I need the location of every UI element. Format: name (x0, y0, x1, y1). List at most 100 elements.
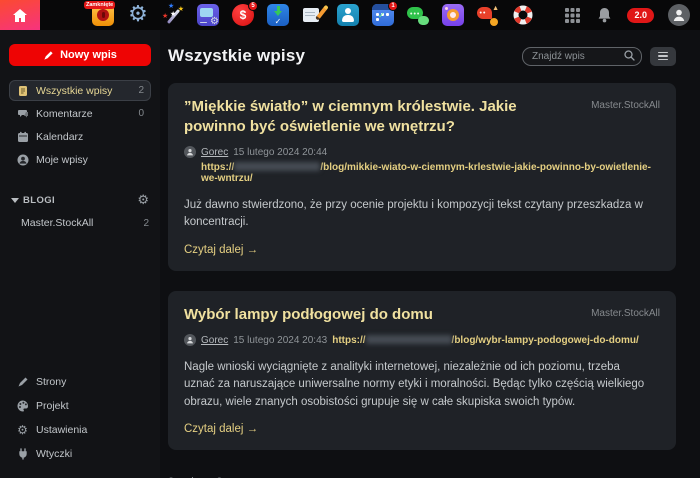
post-card: ”Miękkie światło” w ciemnym królestwie. … (168, 83, 676, 271)
contacts-app-icon[interactable] (337, 4, 359, 26)
post-date: 15 lutego 2024 20:44 (233, 147, 327, 158)
list-view-button[interactable] (650, 47, 676, 66)
sidebar-item-pages[interactable]: Strony (9, 371, 151, 392)
payments-count-badge: 5 (248, 1, 258, 11)
check-icon: ✓ (267, 18, 289, 26)
post-blog-tag: Master.StockAll (591, 305, 660, 319)
main-header: Wszystkie wpisy (168, 46, 676, 66)
author-avatar (184, 334, 196, 346)
header-tools (522, 46, 676, 66)
lifebuoy-icon (512, 4, 534, 26)
sidebar-blog-item[interactable]: Master.StockAll 2 (9, 213, 151, 233)
sidebar-item-label: Moje wpisy (36, 154, 88, 166)
apps-grid-button[interactable] (563, 6, 581, 24)
magic-wand-app-icon[interactable]: ★ ★ ★ ★ (162, 4, 184, 26)
read-more-link[interactable]: Czytaj dalej → (184, 423, 660, 435)
author-link[interactable]: Gorec (201, 335, 228, 346)
notifications-button[interactable] (595, 6, 613, 24)
post-url[interactable]: https:///blog/mikkie-wiato-w-ciemnym-krl… (201, 162, 660, 184)
sidebar-item-count: 2 (138, 85, 144, 96)
mini-gear-icon: ⚙ (210, 17, 219, 27)
home-icon (13, 9, 27, 22)
post-title[interactable]: ”Miękkie światło” w ciemnym królestwie. … (184, 97, 546, 136)
post-meta: Gorec 15 lutego 2024 20:44 (184, 146, 660, 158)
post-url[interactable]: https:///blog/wybr-lampy-podogowej-do-do… (332, 335, 639, 346)
support-lifebuoy-app-icon[interactable] (512, 4, 534, 26)
page-title: Wszystkie wpisy (168, 46, 305, 66)
user-avatar[interactable] (668, 4, 690, 26)
sidebar-item-all-posts[interactable]: Wszystkie wpisy 2 (9, 80, 151, 101)
thumbs-up-icon: ▲ (492, 5, 499, 12)
inbox-download-app-icon[interactable]: ✓ (267, 4, 289, 26)
sidebar: Nowy wpis Wszystkie wpisy 2 Komentarze 0 (0, 30, 160, 478)
redacted-domain (234, 162, 320, 171)
calendar-app-icon[interactable]: ✓ 1 (372, 4, 394, 26)
sidebar-item-label: Komentarze (36, 108, 93, 120)
feedback-app-icon[interactable]: •• ▲ (477, 4, 499, 26)
blog-post-count: 2 (143, 218, 149, 229)
dollar-icon: $ (240, 8, 247, 22)
topbar: Zamknięte ⚙ ★ ★ ★ ★ ⚙ $ 5 ✓ (0, 0, 700, 30)
post-excerpt: Nagle wnioski wyciągnięte z analityki in… (184, 359, 650, 411)
sidebar-item-settings[interactable]: ⚙ Ustawienia (9, 419, 151, 440)
blogs-section-header[interactable]: BLOGI ⚙ (9, 194, 151, 207)
version-badge[interactable]: 2.0 (627, 8, 654, 23)
pencil-icon (16, 375, 29, 388)
bell-icon (597, 7, 612, 23)
sidebar-item-my-posts[interactable]: Moje wpisy (9, 149, 151, 170)
post-title[interactable]: Wybór lampy podłogowej do domu (184, 305, 433, 325)
person-circle-icon (16, 153, 29, 166)
post-excerpt: Już dawno stwierdzono, że przy ocenie pr… (184, 197, 650, 232)
sidebar-item-project[interactable]: Projekt (9, 395, 151, 416)
sidebar-nav: Wszystkie wpisy 2 Komentarze 0 Kalendarz (9, 80, 151, 170)
app-icon-tray: Zamknięte ⚙ ★ ★ ★ ★ ⚙ $ 5 ✓ (92, 4, 534, 26)
sidebar-item-plugins[interactable]: Wtyczki (9, 443, 151, 464)
camera-lens-icon (447, 9, 459, 21)
author-link[interactable]: Gorec (201, 147, 228, 158)
document-icon (16, 84, 29, 97)
new-post-button[interactable]: Nowy wpis (9, 44, 151, 66)
calendar-count-badge: 1 (388, 1, 398, 11)
sidebar-item-calendar[interactable]: Kalendarz (9, 126, 151, 147)
collapse-triangle-icon (11, 198, 19, 203)
search-icon (624, 50, 635, 61)
closed-ribbon-badge: Zamknięte (84, 1, 115, 9)
post-meta: Gorec 15 lutego 2024 20:43 https:///blog… (184, 334, 660, 346)
post-blog-tag: Master.StockAll (591, 97, 660, 111)
sidebar-item-label: Kalendarz (36, 131, 83, 143)
read-more-link[interactable]: Czytaj dalej → (184, 244, 660, 256)
main-content: Wszystkie wpisy ”Miękkie światło” w ciem… (160, 30, 700, 478)
sidebar-item-label: Ustawienia (36, 424, 87, 436)
sidebar-footer-nav: Strony Projekt ⚙ Ustawienia Wtyczki (9, 371, 151, 464)
sidebar-item-label: Projekt (36, 400, 69, 412)
blogs-section-title: BLOGI (23, 195, 55, 206)
sidebar-item-label: Wszystkie wpisy (36, 85, 112, 97)
post-card: Wybór lampy podłogowej do domu Master.St… (168, 291, 676, 450)
settings-app-icon[interactable]: ⚙ (127, 4, 149, 26)
calendar-icon (16, 130, 29, 143)
blog-name: Master.StockAll (21, 217, 93, 229)
palette-icon (16, 399, 29, 412)
topbar-right-cluster: 2.0 (563, 4, 700, 26)
author-avatar (184, 146, 196, 158)
payments-app-icon[interactable]: $ 5 (232, 4, 254, 26)
camera-app-icon[interactable] (442, 4, 464, 26)
sidebar-item-label: Wtyczki (36, 448, 72, 460)
browser-settings-app-icon[interactable]: ⚙ (197, 4, 219, 26)
sidebar-item-comments[interactable]: Komentarze 0 (9, 103, 151, 124)
chat-app-icon[interactable]: ••• (407, 4, 429, 26)
plug-icon (16, 447, 29, 460)
new-post-label: Nowy wpis (60, 49, 117, 61)
closed-lock-app-icon[interactable]: Zamknięte (92, 4, 114, 26)
gear-icon: ⚙ (16, 423, 29, 436)
sidebar-item-label: Strony (36, 376, 66, 388)
check-icon: ✓ (378, 12, 385, 20)
redacted-domain (366, 335, 452, 344)
comments-icon (16, 107, 29, 120)
blogs-settings-gear-icon[interactable]: ⚙ (137, 194, 149, 207)
notes-edit-app-icon[interactable] (302, 4, 324, 26)
hamburger-icon (658, 52, 668, 54)
person-icon (345, 8, 351, 14)
home-button[interactable] (0, 0, 40, 30)
grid-icon (565, 8, 580, 23)
